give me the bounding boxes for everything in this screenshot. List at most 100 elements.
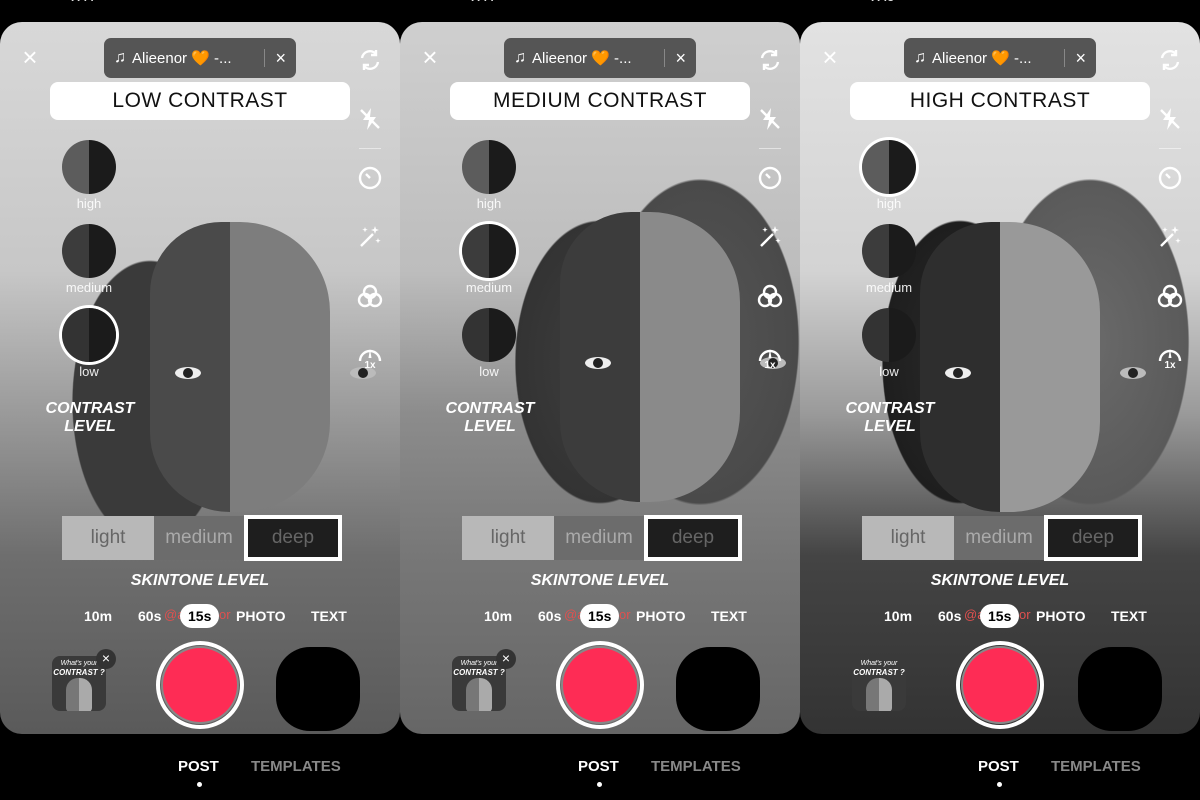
- tab-post[interactable]: POST: [178, 758, 219, 775]
- skintone-option-medium[interactable]: medium: [554, 516, 644, 560]
- mode-15s[interactable]: 15s: [980, 604, 1020, 628]
- contrast-option-low[interactable]: low: [460, 308, 518, 392]
- close-camera-button[interactable]: ×: [418, 44, 442, 70]
- mode-text[interactable]: TEXT: [1111, 604, 1147, 628]
- divider: [264, 49, 266, 67]
- filters-button[interactable]: [354, 280, 386, 312]
- effect-thumbnail[interactable]: What's your CONTRAST ?: [852, 656, 906, 711]
- sound-title: Alieenor 🧡 -...: [532, 50, 632, 67]
- skintone-option-light[interactable]: light: [462, 516, 554, 560]
- contrast-option-medium[interactable]: medium: [860, 224, 918, 308]
- mode-60s[interactable]: 60s: [538, 604, 561, 628]
- contrast-option-high[interactable]: high: [460, 140, 518, 224]
- timer-button[interactable]: [1154, 162, 1186, 194]
- camera-screen: × ♫ Alieenor 🧡 -... × HIGH CONTRAST 1x h…: [800, 22, 1200, 734]
- mode-60s[interactable]: 60s: [138, 604, 161, 628]
- remove-effect-button[interactable]: ×: [496, 649, 516, 669]
- filters-button[interactable]: [1154, 280, 1186, 312]
- timer-button[interactable]: [354, 162, 386, 194]
- mode-photo[interactable]: PHOTO: [236, 604, 286, 628]
- effects-button[interactable]: [1154, 221, 1186, 253]
- contrast-option-low[interactable]: low: [860, 308, 918, 392]
- tab-post[interactable]: POST: [978, 758, 1019, 775]
- mode-10m[interactable]: 10m: [84, 604, 112, 628]
- contrast-option-high[interactable]: high: [860, 140, 918, 224]
- contrast-option-label: low: [479, 364, 499, 379]
- skintone-option-medium[interactable]: medium: [954, 516, 1044, 560]
- divider: [664, 49, 666, 67]
- effects-wand-icon: [360, 226, 381, 247]
- eye: [1120, 367, 1146, 379]
- mode-text[interactable]: TEXT: [311, 604, 347, 628]
- mode-60s[interactable]: 60s: [938, 604, 961, 628]
- mode-15s[interactable]: 15s: [180, 604, 220, 628]
- mode-10m[interactable]: 10m: [884, 604, 912, 628]
- add-sound-pill[interactable]: ♫ Alieenor 🧡 -... ×: [504, 38, 696, 78]
- skintone-option-light[interactable]: light: [862, 516, 954, 560]
- music-note-icon: ♫: [514, 49, 526, 66]
- record-button[interactable]: [956, 641, 1044, 729]
- flash-button[interactable]: [754, 103, 786, 135]
- contrast-option-label: high: [76, 196, 102, 211]
- flip-camera-button[interactable]: [1154, 44, 1186, 76]
- bottom-nav: POST TEMPLATES: [0, 756, 400, 796]
- record-button[interactable]: [156, 641, 244, 729]
- tab-templates[interactable]: TEMPLATES: [651, 758, 741, 775]
- contrast-swatch: [862, 140, 916, 194]
- effects-button[interactable]: [754, 221, 786, 253]
- flash-button[interactable]: [354, 103, 386, 135]
- illustrated-face-half: [920, 222, 1000, 512]
- close-icon: ×: [822, 42, 838, 72]
- contrast-option-label: high: [476, 196, 502, 211]
- add-sound-pill[interactable]: ♫ Alieenor 🧡 -... ×: [104, 38, 296, 78]
- tab-templates[interactable]: TEMPLATES: [251, 758, 341, 775]
- speed-button[interactable]: 1x: [754, 339, 786, 371]
- skintone-option-deep[interactable]: deep: [1044, 515, 1142, 561]
- contrast-option-label: medium: [465, 280, 513, 295]
- skintone-level-heading: SKINTONE LEVEL: [130, 572, 270, 589]
- flash-button[interactable]: [1154, 103, 1186, 135]
- remove-sound-button[interactable]: ×: [1075, 48, 1086, 69]
- bottom-nav: POST TEMPLATES: [800, 756, 1200, 796]
- mode-text[interactable]: TEXT: [711, 604, 747, 628]
- remove-sound-button[interactable]: ×: [675, 48, 686, 69]
- camera-screen: × ♫ Alieenor 🧡 -... × MEDIUM CONTRAST 1x…: [400, 22, 800, 734]
- upload-button[interactable]: [1078, 647, 1162, 731]
- contrast-option-medium[interactable]: medium: [60, 224, 118, 308]
- upload-button[interactable]: [676, 647, 760, 731]
- contrast-option-medium[interactable]: medium: [460, 224, 518, 308]
- remove-sound-button[interactable]: ×: [275, 48, 286, 69]
- flip-camera-button[interactable]: [354, 44, 386, 76]
- contrast-option-label: high: [876, 196, 902, 211]
- mode-photo[interactable]: PHOTO: [636, 604, 686, 628]
- remove-effect-button[interactable]: ×: [96, 649, 116, 669]
- divider: [1159, 148, 1181, 149]
- mode-photo[interactable]: PHOTO: [1036, 604, 1086, 628]
- record-button[interactable]: [556, 641, 644, 729]
- mode-15s[interactable]: 15s: [580, 604, 620, 628]
- timer-button[interactable]: [754, 162, 786, 194]
- filters-button[interactable]: [754, 280, 786, 312]
- close-camera-button[interactable]: ×: [818, 44, 842, 70]
- mode-10m[interactable]: 10m: [484, 604, 512, 628]
- contrast-title: HIGH CONTRAST: [909, 89, 1091, 112]
- flip-camera-button[interactable]: [754, 44, 786, 76]
- contrast-option-low[interactable]: low: [60, 308, 118, 392]
- skintone-option-deep[interactable]: deep: [644, 515, 742, 561]
- add-sound-pill[interactable]: ♫ Alieenor 🧡 -... ×: [904, 38, 1096, 78]
- speed-button[interactable]: 1x: [354, 339, 386, 371]
- contrast-option-high[interactable]: high: [60, 140, 118, 224]
- real-face-half: [1000, 222, 1146, 512]
- tab-templates[interactable]: TEMPLATES: [1051, 758, 1141, 775]
- effects-button[interactable]: [354, 221, 386, 253]
- close-camera-button[interactable]: ×: [18, 44, 42, 70]
- skintone-option-light[interactable]: light: [62, 516, 154, 560]
- skintone-option-deep[interactable]: deep: [244, 515, 342, 561]
- speed-button[interactable]: 1x: [1154, 339, 1186, 371]
- eye: [175, 367, 201, 379]
- skintone-option-medium[interactable]: medium: [154, 516, 244, 560]
- sound-title: Alieenor 🧡 -...: [932, 50, 1032, 67]
- skintone-level-picker: light medium deep: [862, 515, 1142, 562]
- upload-button[interactable]: [276, 647, 360, 731]
- tab-post[interactable]: POST: [578, 758, 619, 775]
